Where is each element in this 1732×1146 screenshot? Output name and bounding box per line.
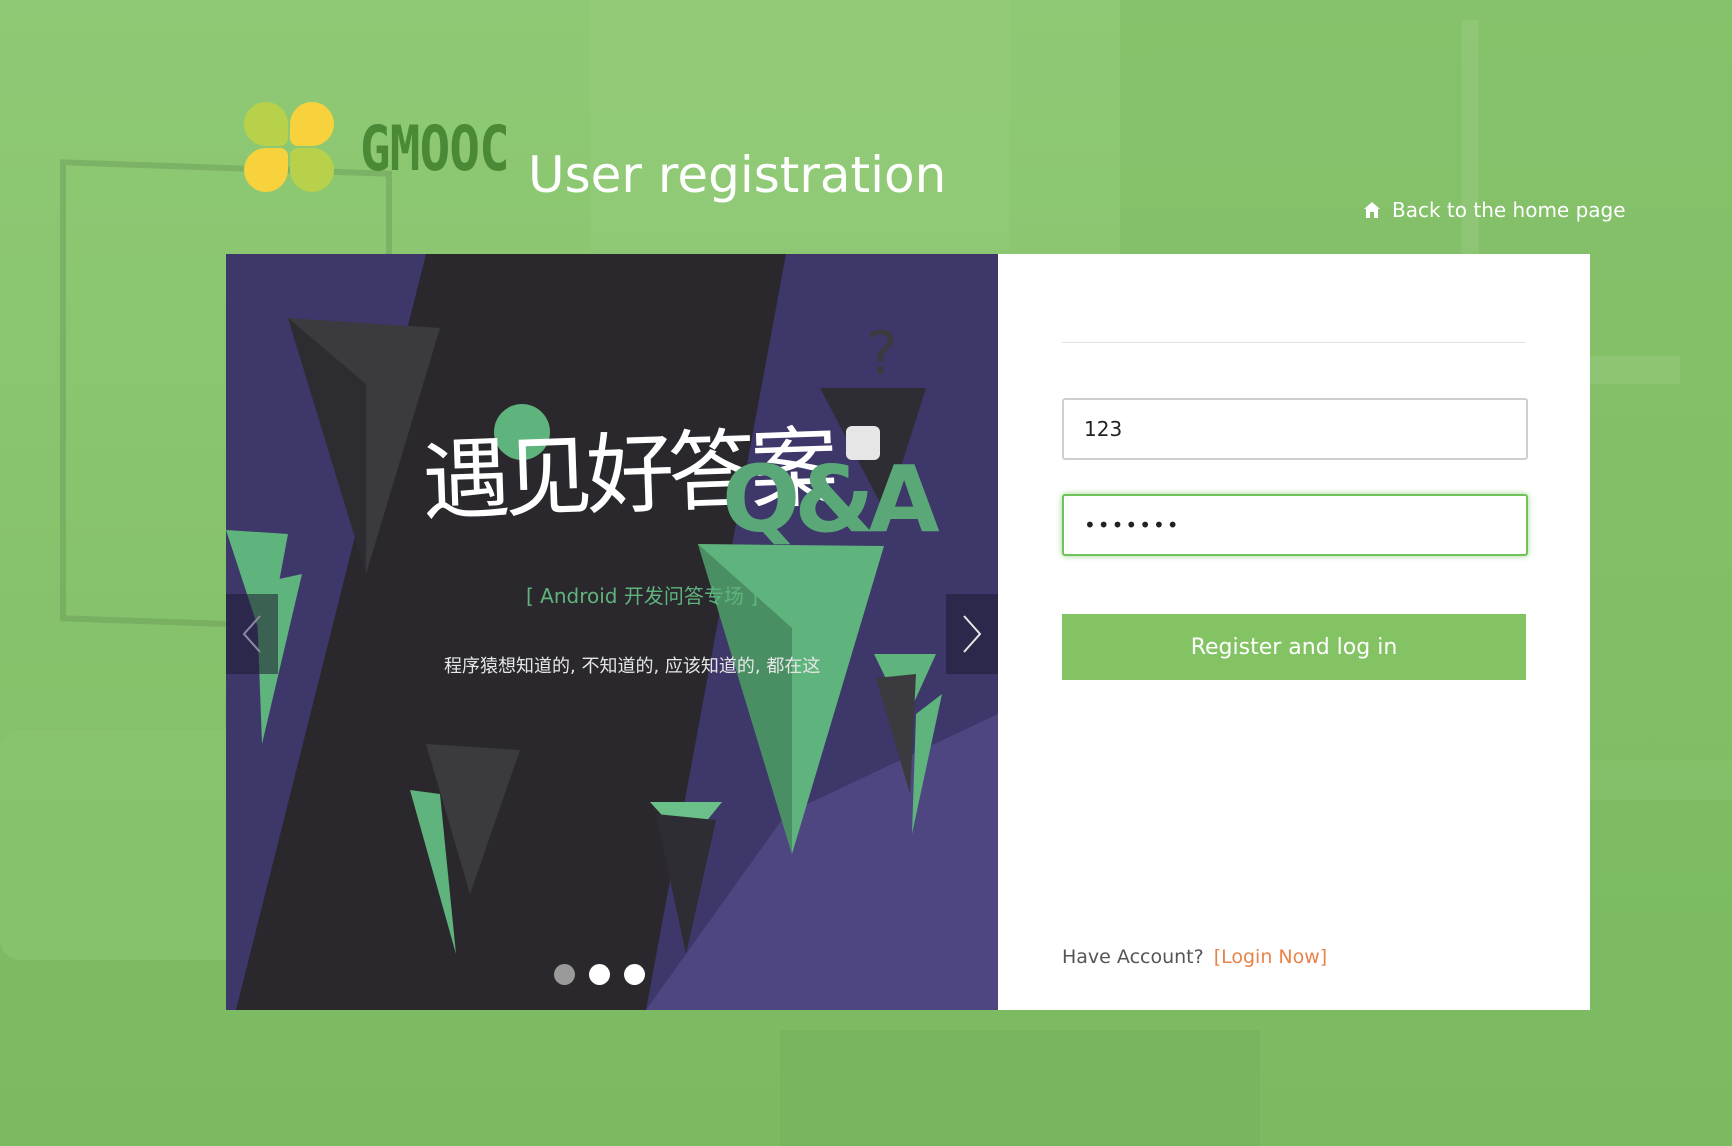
form-divider [1062, 342, 1526, 343]
background-panel [590, 0, 1010, 250]
carousel-prev-button[interactable] [226, 594, 278, 674]
banner-subheadline: [ Android 开发问答专场 ] [526, 584, 759, 608]
back-home-label: Back to the home page [1392, 198, 1626, 222]
svg-text:?: ? [866, 319, 898, 389]
registration-card: ? 遇见好答案 [ Android 开发问答专场 ] 程序猿想知道的, 不知道的… [226, 254, 1590, 1010]
banner-qa-mark: Q&A [722, 446, 940, 553]
password-input[interactable] [1062, 494, 1528, 556]
banner-illustration: ? [226, 254, 998, 1010]
banner-carousel: ? 遇见好答案 [ Android 开发问答专场 ] 程序猿想知道的, 不知道的… [226, 254, 998, 1010]
chevron-left-icon [242, 615, 261, 653]
brand-name: GMOOC [360, 112, 510, 185]
login-now-link[interactable]: [Login Now] [1214, 946, 1328, 968]
chevron-right-icon [963, 615, 982, 653]
home-icon [1364, 202, 1380, 218]
carousel-dot-2[interactable] [589, 964, 610, 985]
back-home-link[interactable]: Back to the home page [1362, 198, 1626, 222]
background-sofa [0, 730, 260, 960]
carousel-next-button[interactable] [946, 594, 998, 674]
banner-tagline: 程序猿想知道的, 不知道的, 应该知道的, 都在这 [444, 656, 821, 677]
logo-icon [242, 100, 338, 194]
username-input[interactable] [1062, 398, 1528, 460]
page-title: User registration [528, 146, 947, 204]
registration-form: Register and log in Have Account? [Login… [1062, 254, 1528, 1010]
login-prompt: Have Account? [Login Now] [1062, 946, 1327, 968]
carousel-dot-3[interactable] [624, 964, 645, 985]
carousel-dot-1[interactable] [554, 964, 575, 985]
background-table [780, 1030, 1260, 1146]
have-account-text: Have Account? [1062, 946, 1204, 968]
carousel-indicators [554, 964, 645, 985]
register-login-button[interactable]: Register and log in [1062, 614, 1526, 680]
